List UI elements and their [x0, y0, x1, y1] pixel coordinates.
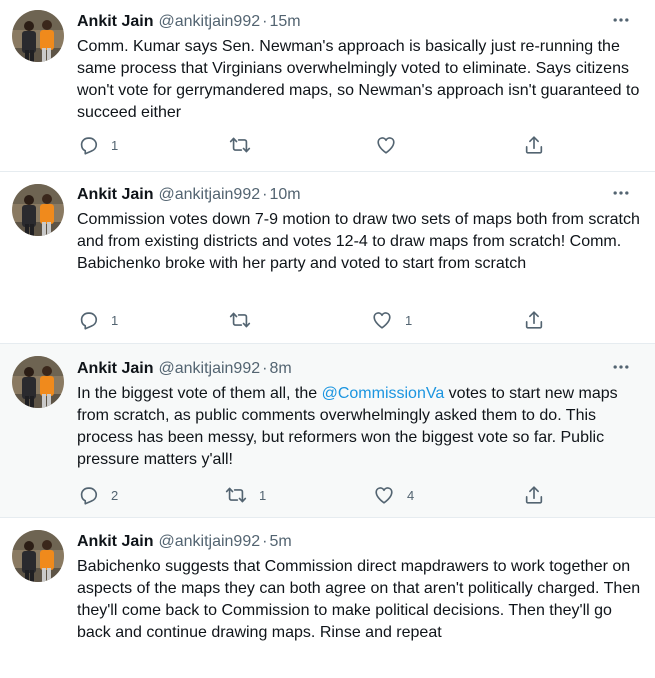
reply-count: 1	[111, 312, 119, 328]
author-handle[interactable]: @ankitjain992	[158, 359, 260, 379]
like-count: 1	[405, 312, 413, 328]
tweet-text: Commission votes down 7-9 motion to draw…	[77, 211, 640, 272]
reply-icon	[77, 309, 99, 331]
share-button[interactable]	[523, 484, 545, 506]
tweet-actions: 1	[77, 134, 641, 158]
reply-button[interactable]: 2	[77, 484, 118, 506]
separator: ·	[262, 186, 268, 203]
retweet-icon	[229, 309, 251, 331]
tweet[interactable]: Ankit Jain @ankitjain992 · 5m Babichenko…	[0, 518, 655, 678]
retweet-icon	[225, 484, 247, 506]
separator: ·	[262, 13, 268, 30]
share-button[interactable]	[523, 134, 545, 156]
like-button[interactable]: 4	[373, 484, 414, 506]
tweet-header: Ankit Jain @ankitjain992 · 5m	[77, 532, 641, 552]
separator: ·	[262, 360, 268, 377]
share-button[interactable]	[523, 309, 545, 331]
author-handle[interactable]: @ankitjain992	[158, 12, 260, 32]
separator: ·	[262, 533, 268, 550]
author-handle[interactable]: @ankitjain992	[158, 532, 260, 552]
reply-button[interactable]: 1	[77, 309, 118, 331]
heart-icon	[371, 309, 393, 331]
author-name[interactable]: Ankit Jain	[77, 359, 153, 379]
timestamp[interactable]: 15m	[269, 12, 300, 32]
heart-icon	[373, 484, 395, 506]
like-button[interactable]: 1	[371, 309, 412, 331]
tweet-actions: 1 1	[77, 309, 641, 333]
reply-button[interactable]: 1	[77, 134, 118, 156]
like-button[interactable]	[375, 134, 409, 156]
author-name[interactable]: Ankit Jain	[77, 12, 153, 32]
reply-count: 1	[111, 137, 119, 153]
tweet-text: Babichenko suggests that Commission dire…	[77, 558, 641, 641]
tweet-header: Ankit Jain @ankitjain992 · 8m	[77, 359, 641, 379]
more-horizontal-icon[interactable]	[607, 10, 635, 30]
share-icon	[523, 309, 545, 331]
share-icon	[523, 134, 545, 156]
tweet[interactable]: Ankit Jain @ankitjain992 · 15m Comm. Kum…	[0, 0, 655, 172]
author-name[interactable]: Ankit Jain	[77, 532, 153, 552]
tweet-header: Ankit Jain @ankitjain992 · 15m	[77, 12, 641, 32]
avatar[interactable]	[12, 184, 64, 236]
retweet-button[interactable]	[229, 309, 263, 331]
timestamp[interactable]: 5m	[269, 532, 291, 552]
author-name[interactable]: Ankit Jain	[77, 185, 153, 205]
tweet-text: In the biggest vote of them all, the @Co…	[77, 383, 641, 471]
author-handle[interactable]: @ankitjain992	[158, 185, 260, 205]
avatar[interactable]	[12, 530, 64, 582]
retweet-count: 1	[259, 487, 267, 503]
retweet-icon	[229, 134, 251, 156]
more-horizontal-icon[interactable]	[607, 357, 635, 377]
tweet-highlighted[interactable]: Ankit Jain @ankitjain992 · 8m In the big…	[0, 344, 655, 518]
timestamp[interactable]: 8m	[269, 359, 291, 379]
tweet[interactable]: Ankit Jain @ankitjain992 · 10m Commissio…	[0, 172, 655, 344]
tweet-actions: 2 1 4	[77, 484, 641, 508]
heart-icon	[375, 134, 397, 156]
reply-count: 2	[111, 487, 119, 503]
retweet-button[interactable]: 1	[225, 484, 266, 506]
timeline: Ankit Jain @ankitjain992 · 15m Comm. Kum…	[0, 0, 655, 678]
tweet-header: Ankit Jain @ankitjain992 · 10m	[77, 185, 641, 205]
reply-icon	[77, 134, 99, 156]
mention-link[interactable]: @CommissionVa	[322, 385, 445, 402]
avatar[interactable]	[12, 10, 64, 62]
avatar[interactable]	[12, 356, 64, 408]
retweet-button[interactable]	[229, 134, 263, 156]
like-count: 4	[407, 487, 415, 503]
tweet-text: Comm. Kumar says Sen. Newman's approach …	[77, 38, 640, 121]
share-icon	[523, 484, 545, 506]
timestamp[interactable]: 10m	[269, 185, 300, 205]
reply-icon	[77, 484, 99, 506]
more-horizontal-icon[interactable]	[607, 183, 635, 203]
tweet-text-part: In the biggest vote of them all, the	[77, 385, 322, 402]
